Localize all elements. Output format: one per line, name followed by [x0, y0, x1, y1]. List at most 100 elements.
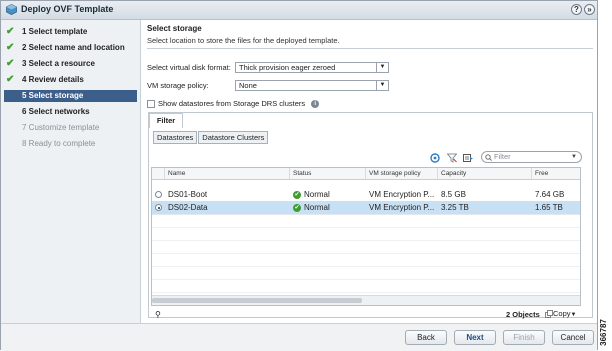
- cell-status: ✔ Normal: [290, 188, 366, 201]
- cell-free: 7.64 GB: [535, 190, 565, 199]
- step-label: 4 Review details: [22, 75, 84, 84]
- finish-button: Finish: [503, 330, 545, 345]
- empty-row: [152, 227, 580, 241]
- page-title: Select storage: [147, 24, 202, 33]
- clear-filter-icon[interactable]: [447, 153, 457, 163]
- chevron-down-icon: ▼: [376, 63, 388, 72]
- ovf-app-icon: [6, 4, 17, 15]
- scrollbar-thumb[interactable]: [152, 298, 362, 303]
- empty-row: [152, 253, 580, 267]
- chevron-down-icon: ▼: [376, 81, 388, 90]
- copy-icon: [545, 310, 553, 318]
- title-bar: Deploy OVF Template ? »: [1, 1, 597, 20]
- deploy-ovf-dialog: Deploy OVF Template ? » ✔ 1 Select templ…: [0, 0, 598, 351]
- step-label: 3 Select a resource: [22, 59, 95, 68]
- cell-name: DS02-Data: [168, 203, 208, 212]
- step-label: 2 Select name and location: [22, 43, 125, 52]
- cell-free: 1.65 TB: [535, 203, 563, 212]
- status-ok-icon: ✔: [293, 190, 301, 199]
- column-name[interactable]: Name: [165, 168, 290, 179]
- show-drs-label: Show datastores from Storage DRS cluster…: [158, 99, 306, 108]
- datastore-subtabs: Datastores Datastore Clusters: [153, 131, 269, 144]
- filter-input[interactable]: Filter ▼: [481, 151, 582, 163]
- storage-policy-value: None: [239, 81, 257, 90]
- step-label: 1 Select template: [22, 27, 88, 36]
- step-label: 8 Ready to complete: [22, 139, 96, 148]
- disk-format-select[interactable]: Thick provision eager zeroed ▼: [235, 62, 389, 73]
- datastore-table: Name Status VM storage policy Capacity F…: [151, 167, 581, 306]
- page-subtitle: Select location to store the files for t…: [147, 36, 340, 45]
- status-ok-icon: ✔: [293, 203, 301, 212]
- step-label: 7 Customize template: [22, 123, 100, 132]
- empty-row: [152, 279, 580, 293]
- status-text: Normal: [304, 203, 330, 212]
- tab-filter[interactable]: Filter: [149, 113, 183, 128]
- step-customize-template: 7 Customize template: [4, 122, 137, 134]
- binoculars-icon[interactable]: ⚲: [155, 310, 161, 319]
- next-button[interactable]: Next: [454, 330, 496, 345]
- row-radio[interactable]: [155, 204, 162, 211]
- table-header: Name Status VM storage policy Capacity F…: [152, 168, 580, 180]
- chevron-down-icon: ▼: [570, 312, 577, 318]
- search-icon: [485, 154, 492, 161]
- column-status[interactable]: Status: [290, 168, 366, 179]
- row-radio[interactable]: [155, 191, 162, 198]
- cancel-button[interactable]: Cancel: [552, 330, 594, 345]
- step-label: 5 Select storage: [22, 91, 84, 100]
- empty-row: [152, 266, 580, 280]
- check-icon: ✔: [6, 74, 15, 85]
- check-icon: ✔: [6, 42, 15, 53]
- column-capacity[interactable]: Capacity: [438, 168, 532, 179]
- filter-placeholder: Filter: [494, 152, 511, 161]
- show-drs-row: Show datastores from Storage DRS cluster…: [147, 98, 320, 109]
- chevron-down-icon[interactable]: ▼: [571, 152, 577, 162]
- step-review-details[interactable]: ✔ 4 Review details: [4, 74, 137, 86]
- tab-datastores[interactable]: Datastores: [153, 131, 198, 144]
- step-select-networks[interactable]: 6 Select networks: [4, 106, 137, 118]
- show-drs-checkbox[interactable]: [147, 100, 155, 109]
- disk-format-label: Select virtual disk format:: [147, 63, 231, 72]
- expand-button[interactable]: »: [584, 4, 595, 15]
- step-label: 6 Select networks: [22, 107, 90, 116]
- refresh-icon[interactable]: [430, 153, 440, 163]
- cell-name: DS01-Boot: [168, 190, 208, 199]
- cell-capacity: 3.25 TB: [441, 203, 469, 212]
- dialog-footer: Back Next Finish Cancel: [1, 323, 597, 351]
- radio-column-header: [152, 168, 165, 179]
- table-footer: ⚲ 2 Objects Copy▼: [151, 308, 581, 320]
- copy-label: Copy: [553, 309, 571, 318]
- wizard-steps: ✔ 1 Select template ✔ 2 Select name and …: [1, 20, 141, 323]
- status-text: Normal: [304, 190, 330, 199]
- step-select-resource[interactable]: ✔ 3 Select a resource: [4, 58, 137, 70]
- step-select-storage[interactable]: 5 Select storage: [4, 90, 137, 102]
- tab-datastore-clusters[interactable]: Datastore Clusters: [198, 131, 269, 144]
- column-vm-storage-policy[interactable]: VM storage policy: [366, 168, 438, 179]
- disk-format-value: Thick provision eager zeroed: [239, 63, 336, 72]
- object-count: 2 Objects: [506, 310, 540, 319]
- storage-policy-select[interactable]: None ▼: [235, 80, 389, 91]
- figure-code-text: 366787: [598, 319, 608, 346]
- step-select-name-location[interactable]: ✔ 2 Select name and location: [4, 42, 137, 54]
- back-button[interactable]: Back: [405, 330, 447, 345]
- storage-policy-label: VM storage policy:: [147, 81, 209, 90]
- table-row[interactable]: DS01-Boot ✔ Normal VM Encryption P... 8.5…: [152, 188, 580, 202]
- cell-policy: VM Encryption P...: [369, 203, 435, 212]
- copy-button[interactable]: Copy▼: [545, 308, 581, 319]
- horizontal-scrollbar[interactable]: [152, 295, 580, 305]
- table-row[interactable]: DS02-Data ✔ Normal VM Encryption P... 3.2…: [152, 201, 580, 215]
- cell-policy: VM Encryption P...: [369, 190, 435, 199]
- column-free[interactable]: Free: [532, 168, 580, 179]
- figure-code: 366787: [598, 318, 612, 350]
- step-ready-to-complete: 8 Ready to complete: [4, 138, 137, 150]
- cell-status: ✔ Normal: [290, 201, 366, 214]
- help-button[interactable]: ?: [571, 4, 582, 15]
- info-icon[interactable]: i: [311, 100, 320, 109]
- check-icon: ✔: [6, 58, 15, 69]
- export-icon[interactable]: [463, 153, 473, 163]
- check-icon: ✔: [6, 26, 15, 37]
- cell-capacity: 8.5 GB: [441, 190, 466, 199]
- main-panel: Select storage Select location to store …: [141, 20, 597, 323]
- empty-row: [152, 214, 580, 228]
- step-select-template[interactable]: ✔ 1 Select template: [4, 26, 137, 38]
- empty-row: [152, 240, 580, 254]
